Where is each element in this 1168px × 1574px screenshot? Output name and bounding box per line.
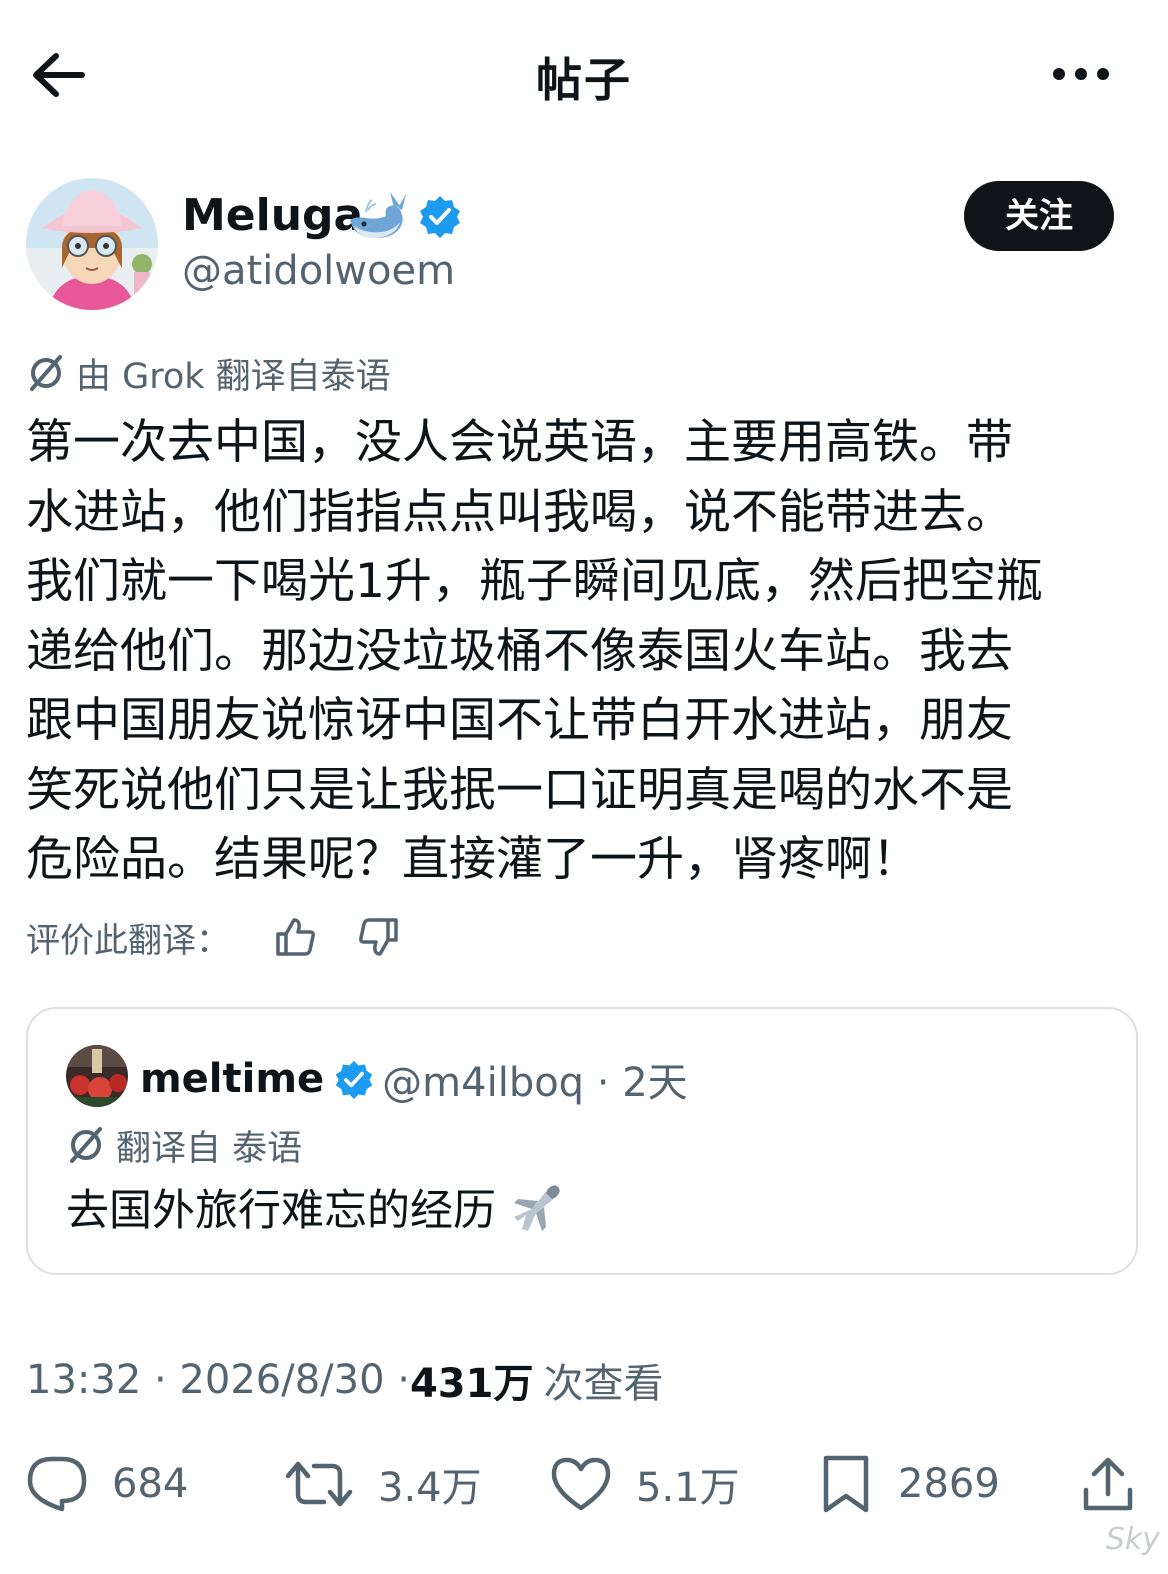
- thumbs-up-icon[interactable]: [272, 914, 318, 960]
- quoted-verified-badge-icon: [335, 1060, 373, 1099]
- verified-badge-icon: [418, 194, 462, 238]
- top-bar: 帖子: [0, 0, 1168, 150]
- bookmark-icon: [823, 1455, 869, 1513]
- airplane-emoji-icon: [514, 1185, 560, 1231]
- rate-translation-label: 评价此翻译：: [26, 920, 230, 961]
- watermark: Sky: [1105, 1522, 1160, 1557]
- quoted-post-text: 去国外旅行难忘的经历: [66, 1186, 496, 1236]
- repost-icon: [285, 1461, 353, 1507]
- grok-logo-icon: [70, 1127, 102, 1163]
- page-title: 帖子: [536, 53, 632, 107]
- bookmark-button[interactable]: 2869: [818, 1448, 1000, 1520]
- rate-translation-row: 评价此翻译：: [26, 912, 402, 962]
- post-meta-line: 13:32 · 2026/8/30 · 431万 次查看: [26, 1352, 663, 1408]
- quoted-author-name[interactable]: meltime: [140, 1056, 324, 1102]
- post-body-text: 第一次去中国，没人会说英语，主要用高铁。带 水进站，他们指指点点叫我喝，说不能带…: [26, 415, 1043, 887]
- action-bar: 684 3.4万 5.1万 2869: [0, 1448, 1168, 1520]
- quoted-translation-note[interactable]: 翻译自 泰语: [66, 1121, 302, 1169]
- like-button[interactable]: 5.1万: [550, 1448, 740, 1520]
- views-count: 431万: [409, 1361, 534, 1407]
- repost-button[interactable]: 3.4万: [284, 1448, 482, 1520]
- grok-translation-label: 由 Grok 翻译自泰语: [76, 356, 391, 397]
- reply-count: 684: [112, 1461, 189, 1507]
- quoted-post-header: meltime @m4ilboq · 2天: [140, 1049, 688, 1109]
- repost-count: 3.4万: [378, 1465, 482, 1511]
- whale-emoji-icon: [346, 186, 408, 244]
- quoted-author-avatar[interactable]: [66, 1045, 128, 1107]
- post-timestamp[interactable]: 13:32 · 2026/8/30 ·: [26, 1357, 410, 1403]
- quoted-translation-label: 翻译自 泰语: [116, 1128, 303, 1169]
- heart-icon: [551, 1457, 611, 1511]
- author-handle[interactable]: @atidolwoem: [182, 248, 455, 294]
- grok-logo-icon: [30, 355, 62, 391]
- share-upload-icon: [1083, 1457, 1133, 1511]
- author-display-name[interactable]: Meluga: [182, 190, 363, 241]
- author-avatar[interactable]: [26, 178, 158, 310]
- reply-button[interactable]: 684: [26, 1448, 188, 1520]
- bookmark-count: 2869: [898, 1461, 1000, 1507]
- grok-translation-note[interactable]: 由 Grok 翻译自泰语: [26, 350, 391, 397]
- share-button[interactable]: [1080, 1448, 1160, 1520]
- thumbs-down-icon[interactable]: [356, 914, 402, 960]
- like-count: 5.1万: [636, 1465, 740, 1511]
- quoted-post-text-row: 去国外旅行难忘的经历: [66, 1175, 568, 1239]
- quoted-handle-and-time: @m4ilboq · 2天: [382, 1060, 688, 1106]
- views-label: 次查看: [543, 1361, 664, 1407]
- follow-button[interactable]: 关注: [964, 181, 1114, 251]
- quoted-post-card[interactable]: meltime @m4ilboq · 2天 翻译自 泰语 去国外旅行难忘的经历: [26, 1007, 1138, 1275]
- reply-bubble-icon: [27, 1456, 87, 1512]
- more-options-icon[interactable]: [1050, 58, 1112, 90]
